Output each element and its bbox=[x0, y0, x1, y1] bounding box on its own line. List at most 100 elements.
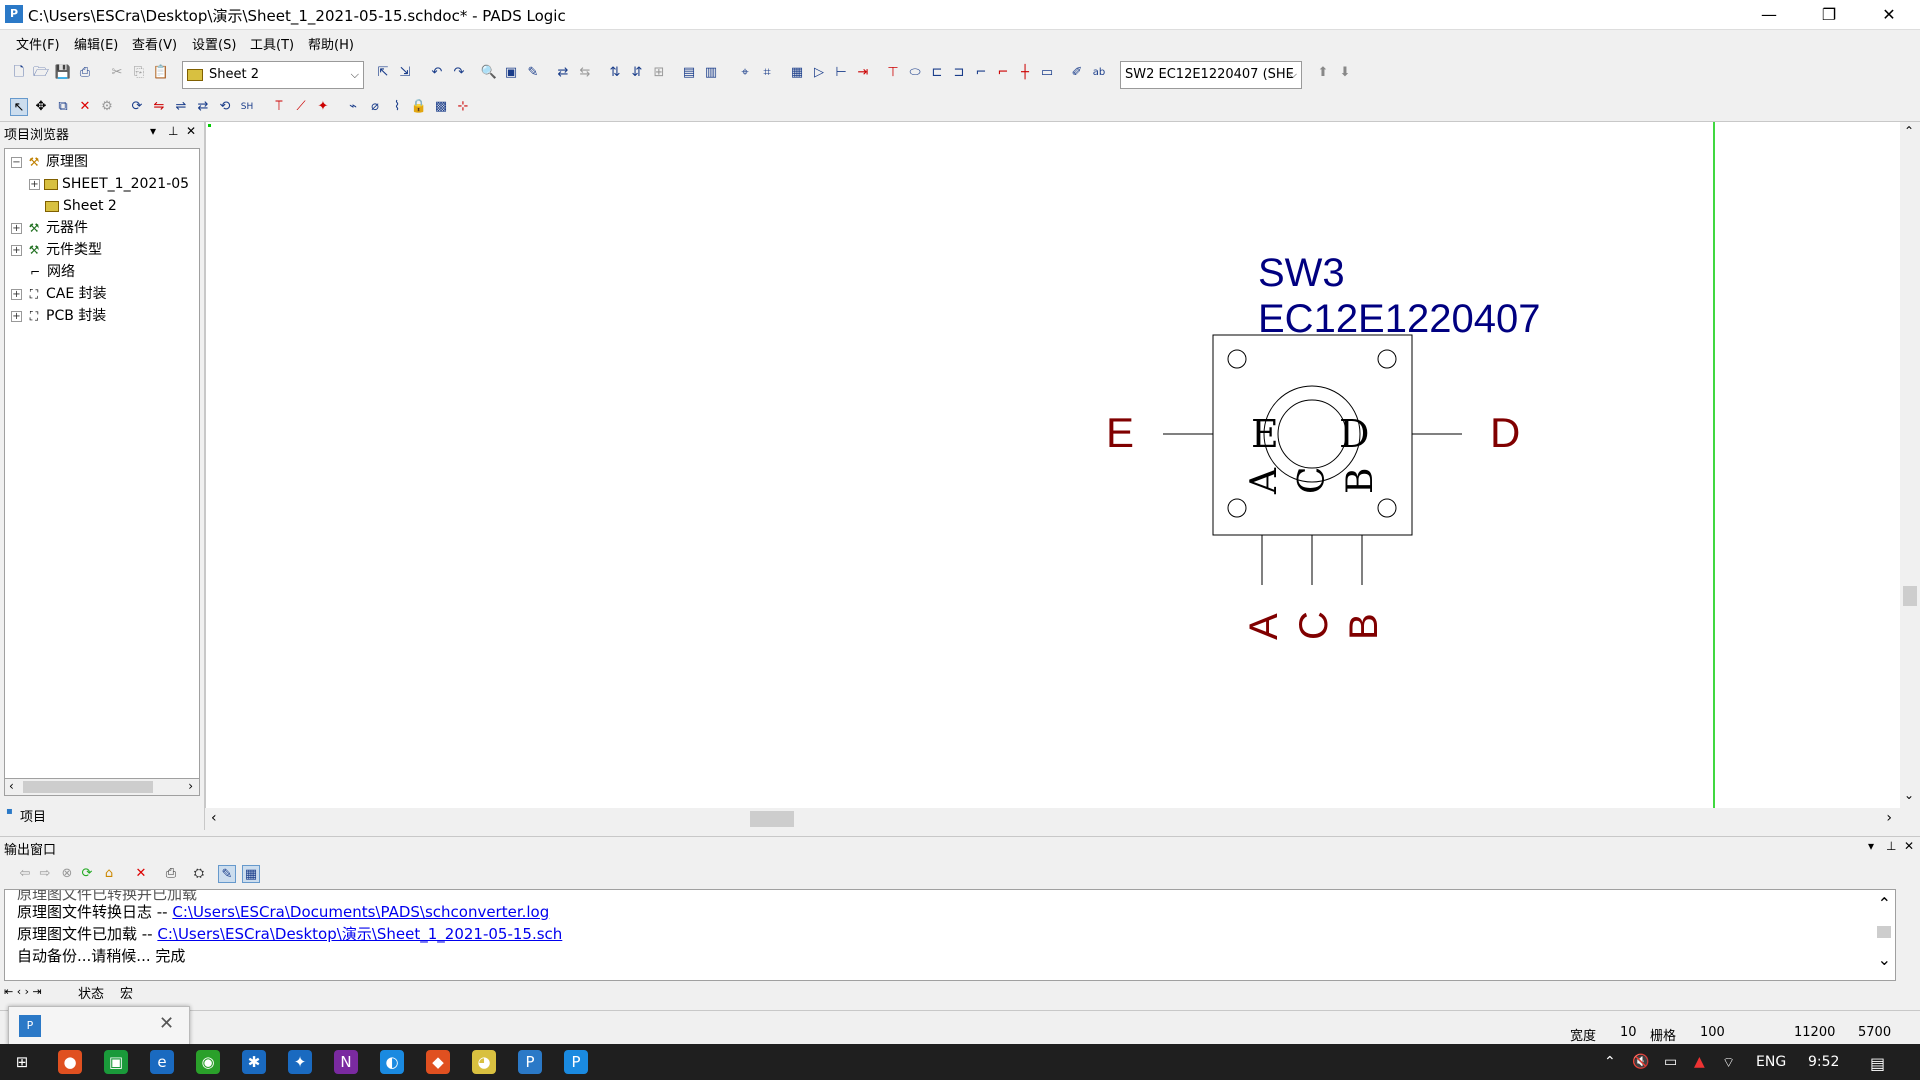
arrow-down-icon[interactable]: ⬇ bbox=[1336, 64, 1354, 82]
scroll-down-icon[interactable]: ⌄ bbox=[1904, 788, 1914, 802]
menu-tools[interactable]: 工具(T) bbox=[250, 34, 294, 53]
expand-icon[interactable]: + bbox=[11, 288, 22, 300]
scroll-down-icon[interactable]: ⌄ bbox=[1878, 950, 1891, 969]
delete-icon[interactable]: ✕ bbox=[76, 98, 94, 116]
add-part-icon[interactable]: ▦ bbox=[788, 64, 806, 82]
tree-item-part-types[interactable]: + ⚒ 元件类型 bbox=[11, 239, 102, 261]
menu-view[interactable]: 查看(V) bbox=[132, 34, 177, 53]
scroll-up-icon[interactable]: ⌃ bbox=[1878, 894, 1891, 913]
app-star-icon[interactable]: ✱ bbox=[242, 1050, 266, 1074]
stop-icon[interactable]: ⊗ bbox=[58, 865, 76, 883]
scroll-right-icon[interactable]: › bbox=[188, 779, 193, 793]
tray-chevron-icon[interactable]: ⌃ bbox=[1604, 1054, 1616, 1070]
panel-close-icon[interactable]: ✕ bbox=[1904, 839, 1914, 853]
taskbar-thumbnail[interactable]: P ✕ bbox=[8, 1006, 190, 1046]
sheet-select[interactable]: Sheet 2 ⌵ bbox=[182, 61, 364, 89]
clock[interactable]: 9:52 bbox=[1808, 1054, 1839, 1070]
tree-item-sheet-2[interactable]: Sheet 2 bbox=[45, 195, 117, 217]
find-icon[interactable]: ⛭ bbox=[190, 865, 208, 883]
minimize-icon[interactable]: — bbox=[1746, 0, 1792, 30]
app-tray-icon[interactable]: ▲ bbox=[1694, 1054, 1705, 1070]
pads-logic-icon[interactable]: P bbox=[518, 1050, 542, 1074]
wechat-icon[interactable]: ◉ bbox=[196, 1050, 220, 1074]
delete-corner-icon[interactable]: ✦ bbox=[314, 98, 332, 116]
copy-icon[interactable]: ⎘ bbox=[130, 64, 148, 82]
wifi-icon[interactable]: ⌔ bbox=[1722, 1054, 1735, 1072]
horizontal-scroll-thumb[interactable] bbox=[750, 811, 794, 827]
output-scroll-thumb[interactable] bbox=[1877, 926, 1891, 938]
schematic-canvas[interactable]: E D A C B SW3 EC12E1220407 E D A C B bbox=[205, 122, 1900, 808]
pointer-icon[interactable]: ↖ bbox=[10, 98, 28, 116]
select-mode-icon[interactable]: ⇲ bbox=[396, 64, 414, 82]
app-yellow-icon[interactable]: ◕ bbox=[472, 1050, 496, 1074]
menu-settings[interactable]: 设置(S) bbox=[192, 34, 236, 53]
grid-view-icon[interactable]: ▦ bbox=[242, 865, 260, 883]
arrow-up-icon[interactable]: ⬆ bbox=[1314, 64, 1332, 82]
app-blue-icon[interactable]: ✦ bbox=[288, 1050, 312, 1074]
tree-item-components[interactable]: + ⚒ 元器件 bbox=[11, 217, 88, 239]
pads-layout-icon[interactable]: P bbox=[564, 1050, 588, 1074]
copy-object-icon[interactable]: ⧉ bbox=[54, 98, 72, 116]
project-tab[interactable]: ▪ 项目 bbox=[0, 804, 205, 826]
vertical-scroll-thumb[interactable] bbox=[1903, 586, 1917, 606]
output-tab-nav[interactable]: ⇤ ‹ › ⇥ bbox=[4, 985, 42, 998]
log-link-converter[interactable]: C:\Users\ESCra\Documents\PADS\schconvert… bbox=[172, 903, 549, 921]
app-red-icon[interactable]: ◆ bbox=[426, 1050, 450, 1074]
move-icon[interactable]: ✥ bbox=[32, 98, 50, 116]
rotate-icon[interactable]: ⟳ bbox=[128, 98, 146, 116]
hide-icon[interactable]: ⌁ bbox=[344, 98, 362, 116]
canvas-vertical-scrollbar[interactable]: ⌃ ⌄ bbox=[1900, 122, 1920, 808]
select-net-icon[interactable]: ⌗ bbox=[758, 64, 776, 82]
scroll-left-icon[interactable]: ‹ bbox=[9, 779, 14, 793]
add-power-icon[interactable]: ⊤ bbox=[884, 64, 902, 82]
attribute-icon[interactable]: ⌇ bbox=[388, 98, 406, 116]
pin-icon[interactable]: ⊥ bbox=[1886, 839, 1896, 853]
gate-swap-icon[interactable]: ⇌ bbox=[172, 98, 190, 116]
pin-icon[interactable]: ⊥ bbox=[168, 124, 178, 138]
router-link-icon[interactable]: ⇆ bbox=[576, 64, 594, 82]
back-icon[interactable]: ⇦ bbox=[16, 865, 34, 883]
label-toggle-icon[interactable]: SH bbox=[238, 98, 256, 116]
panel-menu-icon[interactable]: ▾ bbox=[150, 124, 156, 138]
part-value-label[interactable]: EC12E1220407 bbox=[1258, 297, 1540, 341]
scroll-right-icon[interactable]: › bbox=[1886, 810, 1892, 826]
edit-mode-icon[interactable]: ✎ bbox=[218, 865, 236, 883]
expand-icon[interactable]: + bbox=[29, 178, 40, 190]
add-bus-icon[interactable]: ⊢ bbox=[832, 64, 850, 82]
paste-icon[interactable]: 📋 bbox=[152, 64, 170, 82]
language-indicator[interactable]: ENG bbox=[1756, 1054, 1786, 1070]
close-icon[interactable]: ✕ bbox=[1866, 0, 1912, 30]
hierarchy-icon[interactable]: ▤ bbox=[680, 64, 698, 82]
add-corner-icon[interactable]: ⟙ bbox=[270, 98, 288, 116]
add-line-icon[interactable]: ⌐ bbox=[972, 64, 990, 82]
cut-icon[interactable]: ✂ bbox=[108, 64, 126, 82]
tab-status[interactable]: 状态 bbox=[78, 983, 104, 1002]
refresh-icon[interactable]: ⟳ bbox=[78, 865, 96, 883]
restore-icon[interactable]: ❐ bbox=[1806, 0, 1852, 30]
panel-menu-icon[interactable]: ▾ bbox=[1868, 839, 1874, 853]
expand-icon[interactable]: + bbox=[11, 222, 22, 234]
tree-item-nets[interactable]: ⌐ 网络 bbox=[27, 261, 75, 283]
scroll-thumb[interactable] bbox=[23, 781, 153, 793]
onenote-icon[interactable]: N bbox=[334, 1050, 358, 1074]
add-label-icon[interactable]: ⊐ bbox=[950, 64, 968, 82]
add-table-icon[interactable]: ▭ bbox=[1038, 64, 1056, 82]
redo-icon[interactable]: ↷ bbox=[450, 64, 468, 82]
notification-icon[interactable]: ▤ bbox=[1870, 1054, 1885, 1073]
new-icon[interactable]: 🗋 bbox=[10, 64, 28, 82]
calendar-app-icon[interactable]: ▣ bbox=[104, 1050, 128, 1074]
tree-horizontal-scrollbar[interactable]: ‹ › bbox=[4, 778, 200, 796]
add-drafting-icon[interactable]: ✐ bbox=[1068, 64, 1086, 82]
pin-swap-icon[interactable]: ⇄ bbox=[194, 98, 212, 116]
volume-muted-icon[interactable]: 🔇 bbox=[1632, 1054, 1649, 1070]
scroll-left-icon[interactable]: ‹ bbox=[211, 810, 217, 826]
app-orange-icon[interactable]: ● bbox=[58, 1050, 82, 1074]
undo-icon[interactable]: ↶ bbox=[428, 64, 446, 82]
part-select[interactable]: SW2 EC12E1220407 (SHE ⌵ bbox=[1120, 61, 1302, 89]
log-link-loaded[interactable]: C:\Users\ESCra\Desktop\演示\Sheet_1_2021-0… bbox=[157, 925, 562, 943]
scroll-up-icon[interactable]: ⌃ bbox=[1904, 124, 1914, 138]
select-filter-icon[interactable]: ⇱ bbox=[374, 64, 392, 82]
zoom-icon[interactable]: 🔍 bbox=[480, 64, 498, 82]
forward-icon[interactable]: ⇨ bbox=[36, 865, 54, 883]
home-icon[interactable]: ⌂ bbox=[100, 865, 118, 883]
